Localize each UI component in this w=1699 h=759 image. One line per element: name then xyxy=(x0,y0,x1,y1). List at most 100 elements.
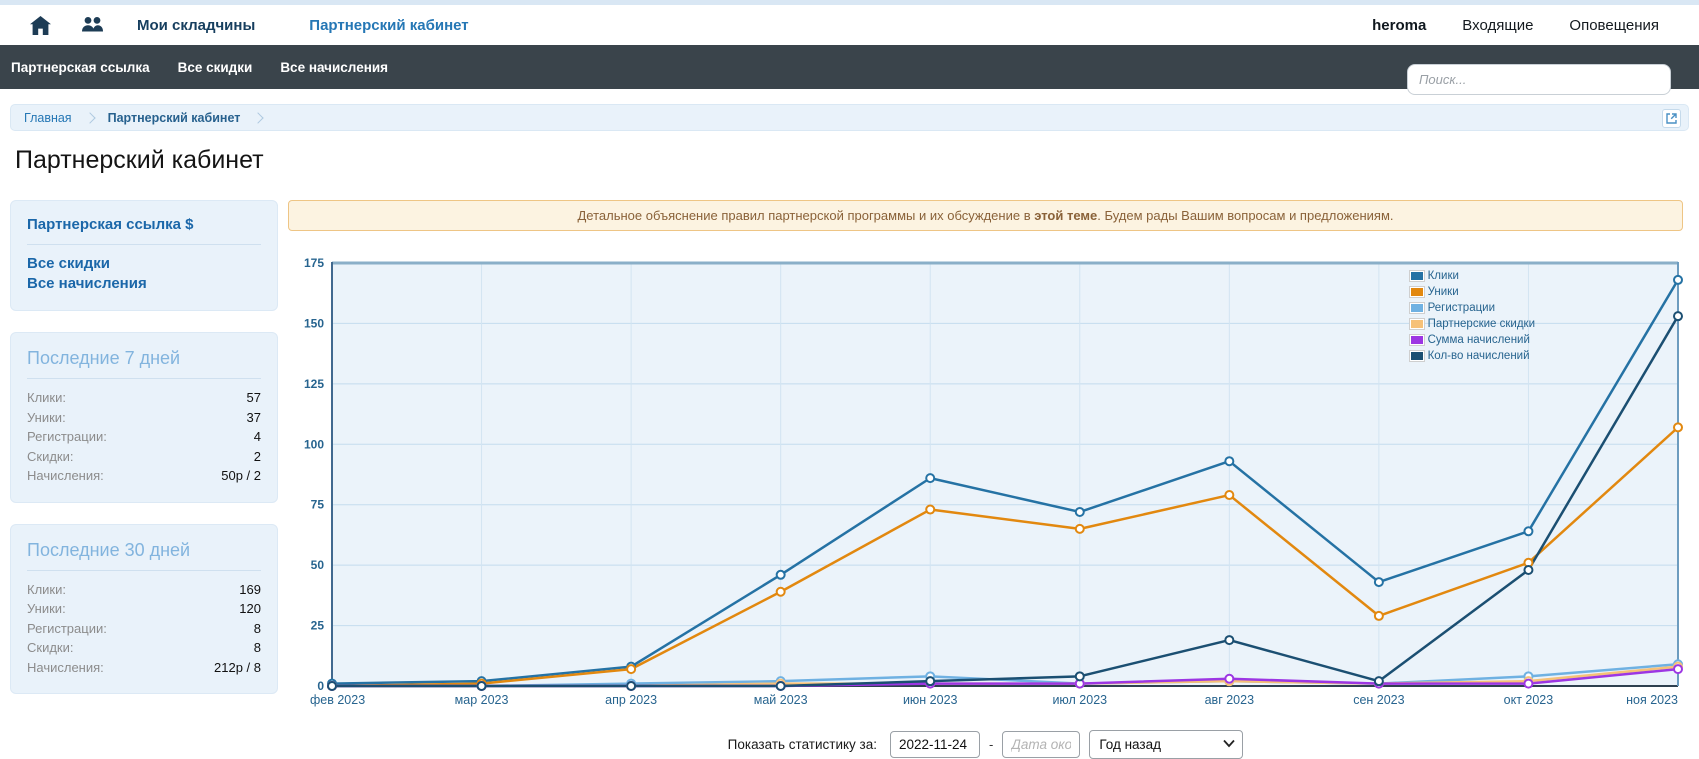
stat-label: Уники: xyxy=(27,408,66,428)
date-from-input[interactable] xyxy=(890,731,980,758)
legend-label: Уники xyxy=(1428,286,1459,298)
svg-text:150: 150 xyxy=(304,316,324,330)
subnav-partner-link[interactable]: Партнерская ссылка xyxy=(11,60,150,75)
svg-text:окт 2023: окт 2023 xyxy=(1504,693,1554,707)
home-icon[interactable] xyxy=(30,16,51,35)
stat-value: 8 xyxy=(254,619,261,639)
legend-swatch xyxy=(1409,318,1425,330)
banner-text-after: . Будем рады Вашим вопросам и предложени… xyxy=(1097,208,1393,223)
content-area: Детальное объяснение правил партнерской … xyxy=(288,200,1683,759)
stat-row-clicks: Клики: 169 xyxy=(27,580,261,600)
sidebar: Партнерская ссылка $ Все скидки Все начи… xyxy=(10,200,278,715)
stat-label: Уники: xyxy=(27,599,66,619)
stat-row-discounts: Скидки: 2 xyxy=(27,447,261,467)
stat-value: 120 xyxy=(239,599,261,619)
subnav-all-discounts[interactable]: Все скидки xyxy=(178,60,253,75)
sidebar-partner-link[interactable]: Партнерская ссылка $ xyxy=(27,216,261,233)
stats-box-7-days: Последние 7 дней Клики: 57 Уники: 37 Рег… xyxy=(10,332,278,503)
main-navbar: Мои складчины Партнерский кабинет heroma… xyxy=(0,5,1699,45)
divider xyxy=(27,378,261,379)
period-select-wrap: Год назад xyxy=(1089,730,1243,759)
stat-value: 57 xyxy=(247,388,261,408)
stats-chart-wrap: 0255075100125150175фев 2023мар 2023апр 2… xyxy=(288,255,1683,717)
legend-swatch xyxy=(1409,270,1425,282)
svg-text:апр 2023: апр 2023 xyxy=(605,693,657,707)
info-banner: Детальное объяснение правил партнерской … xyxy=(288,200,1683,231)
legend-label: Кол-во начислений xyxy=(1428,350,1530,362)
nav-partner-cabinet[interactable]: Партнерский кабинет xyxy=(309,17,468,34)
divider xyxy=(27,244,261,245)
svg-text:25: 25 xyxy=(311,619,325,633)
svg-text:175: 175 xyxy=(304,256,324,270)
legend-item[interactable]: Сумма начислений xyxy=(1409,332,1535,347)
breadcrumb-home[interactable]: Главная xyxy=(24,111,72,125)
divider xyxy=(27,570,261,571)
stats-7-days-title: Последние 7 дней xyxy=(27,348,261,369)
legend-item[interactable]: Кол-во начислений xyxy=(1409,348,1535,363)
svg-text:0: 0 xyxy=(317,679,324,693)
sidebar-all-discounts-link[interactable]: Все скидки xyxy=(27,254,261,274)
legend-swatch xyxy=(1409,302,1425,314)
svg-text:авг 2023: авг 2023 xyxy=(1205,693,1254,707)
stat-label: Скидки: xyxy=(27,447,73,467)
stat-value: 2 xyxy=(254,447,261,467)
partner-links-box: Партнерская ссылка $ Все скидки Все начи… xyxy=(10,200,278,311)
stat-row-registrations: Регистрации: 8 xyxy=(27,619,261,639)
breadcrumb-current[interactable]: Партнерский кабинет xyxy=(108,111,241,125)
svg-text:100: 100 xyxy=(304,437,324,451)
stat-label: Клики: xyxy=(27,580,66,600)
svg-text:ноя 2023: ноя 2023 xyxy=(1626,693,1678,707)
breadcrumb: Главная Партнерский кабинет xyxy=(10,104,1689,131)
chevron-right-icon xyxy=(253,112,264,123)
stat-label: Начисления: xyxy=(27,658,104,678)
sidebar-all-accruals-link[interactable]: Все начисления xyxy=(27,274,261,294)
legend-label: Сумма начислений xyxy=(1428,334,1530,346)
period-select[interactable]: Год назад xyxy=(1089,730,1243,759)
stat-label: Скидки: xyxy=(27,638,73,658)
username-link[interactable]: heroma xyxy=(1372,17,1426,34)
stat-value: 212р / 8 xyxy=(214,658,261,678)
date-range-separator: - xyxy=(989,737,993,752)
stat-row-uniques: Уники: 37 xyxy=(27,408,261,428)
legend-label: Клики xyxy=(1428,270,1459,282)
stat-row-uniques: Уники: 120 xyxy=(27,599,261,619)
svg-text:мар 2023: мар 2023 xyxy=(455,693,509,707)
subnav-all-accruals[interactable]: Все начисления xyxy=(280,60,388,75)
main-area: Партнерская ссылка $ Все скидки Все начи… xyxy=(0,200,1699,759)
stat-value: 50р / 2 xyxy=(221,466,261,486)
stat-label: Начисления: xyxy=(27,466,104,486)
stat-value: 4 xyxy=(254,427,261,447)
inbox-link[interactable]: Входящие xyxy=(1462,17,1533,34)
legend-swatch xyxy=(1409,286,1425,298)
search-input[interactable] xyxy=(1407,64,1671,95)
nav-my-groupbuys[interactable]: Мои складчины xyxy=(137,17,255,34)
external-link-icon[interactable] xyxy=(1662,109,1681,128)
legend-item[interactable]: Клики xyxy=(1409,268,1535,283)
banner-topic-link[interactable]: этой теме xyxy=(1034,208,1097,223)
legend-swatch xyxy=(1409,334,1425,346)
stats-box-30-days: Последние 30 дней Клики: 169 Уники: 120 … xyxy=(10,524,278,695)
alerts-link[interactable]: Оповещения xyxy=(1569,17,1659,34)
stat-value: 37 xyxy=(247,408,261,428)
people-icon[interactable] xyxy=(81,16,107,34)
stat-row-discounts: Скидки: 8 xyxy=(27,638,261,658)
stat-value: 169 xyxy=(239,580,261,600)
stat-row-accruals: Начисления: 212р / 8 xyxy=(27,658,261,678)
banner-text-before: Детальное объяснение правил партнерской … xyxy=(577,208,1034,223)
svg-text:125: 125 xyxy=(304,377,324,391)
legend-label: Партнерские скидки xyxy=(1428,318,1535,330)
svg-text:75: 75 xyxy=(311,498,325,512)
legend-item[interactable]: Уники xyxy=(1409,284,1535,299)
legend-item[interactable]: Партнерские скидки xyxy=(1409,316,1535,331)
svg-text:июл 2023: июл 2023 xyxy=(1052,693,1107,707)
svg-text:фев 2023: фев 2023 xyxy=(310,693,365,707)
svg-text:июн 2023: июн 2023 xyxy=(903,693,958,707)
stat-label: Клики: xyxy=(27,388,66,408)
chart-legend: Клики Уники Регистрации Партнерские скидки С… xyxy=(1409,268,1535,363)
date-to-input[interactable] xyxy=(1002,731,1080,758)
legend-item[interactable]: Регистрации xyxy=(1409,300,1535,315)
stat-row-clicks: Клики: 57 xyxy=(27,388,261,408)
period-controls: Показать статистику за: - Год назад xyxy=(288,730,1683,759)
stat-value: 8 xyxy=(254,638,261,658)
stat-label: Регистрации: xyxy=(27,427,107,447)
